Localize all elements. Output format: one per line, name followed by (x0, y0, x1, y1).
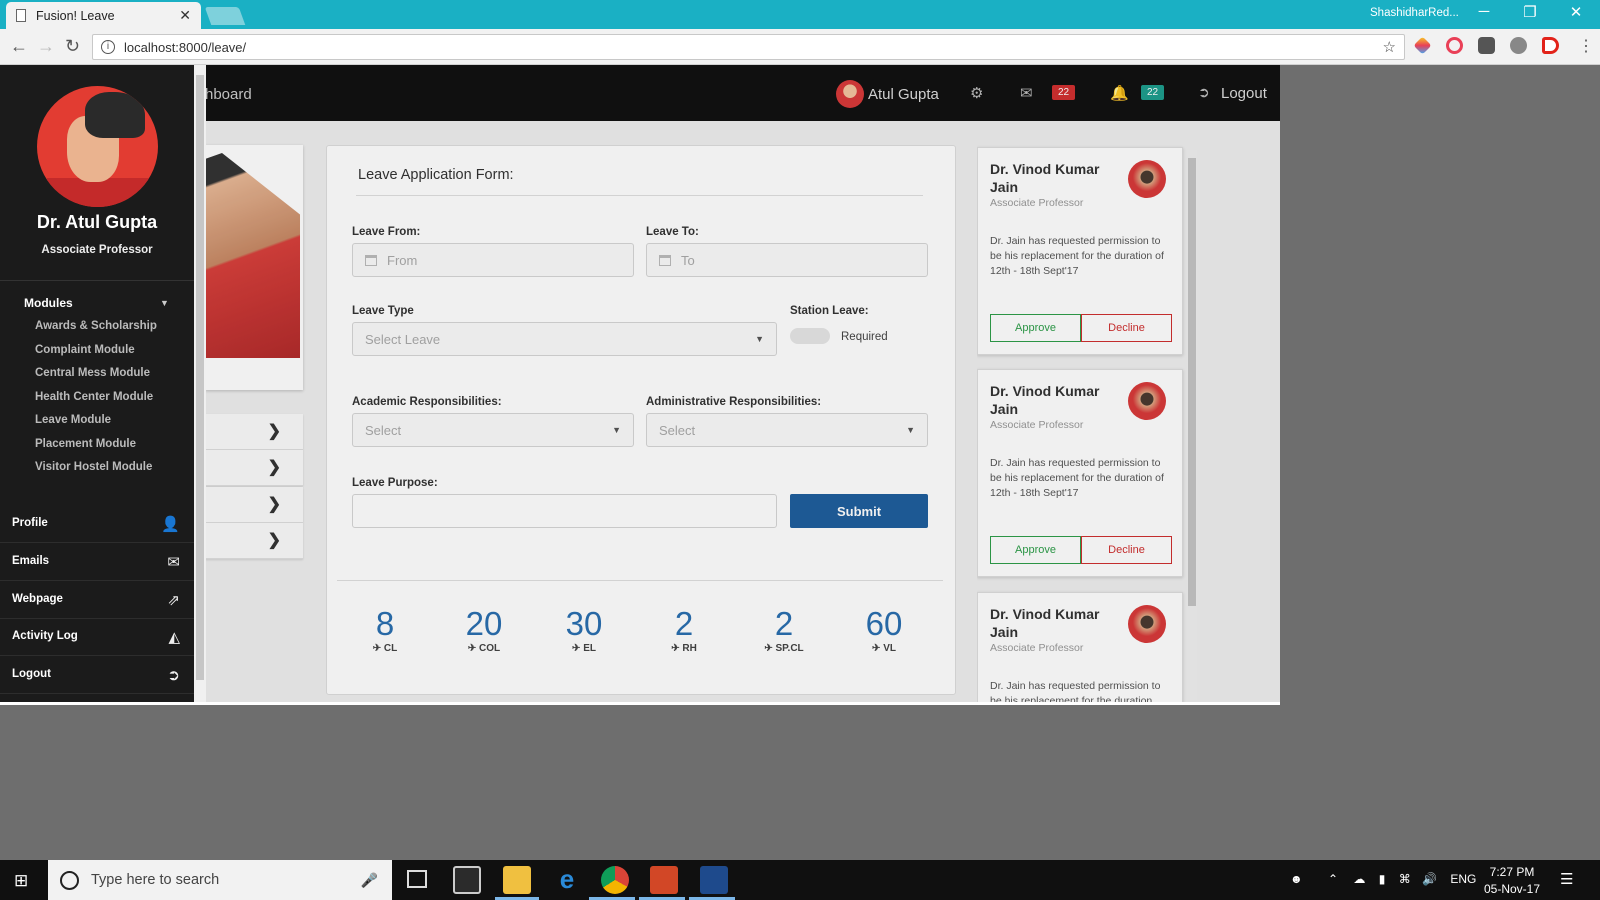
modules-heading[interactable]: Modules (24, 296, 73, 310)
clock-date: 05-Nov-17 (1484, 882, 1541, 896)
sidebar-module-link[interactable]: Awards & Scholarship (35, 320, 157, 332)
extension-d-icon[interactable] (1542, 37, 1559, 54)
reload-icon[interactable]: ↻ (65, 36, 80, 57)
divider (0, 280, 194, 281)
sidebar-link-webpage[interactable]: Webpage ⇗ (0, 582, 194, 619)
sidebar-module-link[interactable]: Visitor Hostel Module (35, 461, 152, 473)
url-text: localhost:8000/leave/ (124, 39, 247, 55)
task-view-icon[interactable] (407, 870, 427, 888)
action-center-icon[interactable]: ☰ (1560, 870, 1573, 888)
sidebar-module-link[interactable]: Complaint Module (35, 344, 135, 356)
system-tray[interactable]: ☻ ⌃ ☁ ▮ ⌘ 🔊 ENG (1290, 872, 1476, 886)
store-icon[interactable] (453, 866, 481, 894)
cortana-icon (60, 870, 79, 890)
sidebar-link-logout[interactable]: Logout ➲ (0, 657, 194, 695)
sidebar-module-link[interactable]: Health Center Module (35, 391, 153, 403)
taskbar-clock[interactable]: 7:27 PM 05-Nov-17 (1484, 864, 1540, 898)
microphone-icon[interactable]: 🎤 (361, 872, 378, 889)
sidebar-module-link[interactable]: Central Mess Module (35, 367, 150, 379)
sidebar-link-label: Logout (12, 668, 51, 681)
chrome-icon[interactable] (601, 866, 629, 894)
taskbar-search[interactable]: Type here to search 🎤 (48, 860, 392, 900)
file-explorer-icon[interactable] (503, 866, 531, 894)
minimize-button[interactable]: ─ (1464, 3, 1504, 20)
tab-close-icon[interactable]: ✕ (179, 7, 191, 24)
sidebar-link-label: Webpage (12, 592, 63, 605)
browser-profile-name[interactable]: ShashidharRed... (1370, 7, 1459, 19)
onedrive-icon[interactable]: ☁ (1353, 872, 1365, 886)
chevron-up-icon[interactable]: ⌃ (1328, 872, 1338, 886)
restore-button[interactable]: ❐ (1510, 3, 1550, 21)
powerpoint-icon[interactable] (650, 866, 678, 894)
browser-tab[interactable]: Fusion! Leave ✕ (6, 2, 201, 29)
clock-time: 7:27 PM (1489, 865, 1535, 879)
extension-circle-icon[interactable] (1446, 37, 1463, 54)
caret-down-icon[interactable]: ▼ (160, 298, 169, 308)
edge-icon[interactable]: e (553, 866, 581, 894)
page-bottom-edge (0, 702, 1280, 705)
sidebar-link-profile[interactable]: Profile 👤 (0, 506, 194, 543)
windows-start-icon[interactable]: ⊞ (14, 871, 28, 891)
sidebar-avatar (37, 86, 158, 207)
tab-title: Fusion! Leave (36, 8, 115, 23)
sidebar-user-role: Associate Professor (41, 244, 153, 256)
sidebar-scrollbar-thumb[interactable] (196, 75, 204, 680)
new-tab-button[interactable] (204, 7, 246, 25)
sidebar-module-link[interactable]: Placement Module (35, 438, 136, 450)
sidebar-link-activity-log[interactable]: Activity Log ◭ (0, 619, 194, 657)
page-icon (16, 9, 26, 22)
battery-icon[interactable]: ▮ (1379, 872, 1386, 886)
user-icon: 👤 (161, 516, 180, 533)
envelope-icon: ✉ (167, 553, 180, 571)
address-bar[interactable]: i localhost:8000/leave/ ☆ (92, 34, 1405, 60)
powershell-icon[interactable] (700, 866, 728, 894)
volume-icon[interactable]: 🔊 (1422, 872, 1437, 886)
people-icon[interactable]: ☻ (1290, 872, 1303, 886)
sidebar-module-link[interactable]: Leave Module (35, 414, 111, 426)
forward-arrow-icon[interactable]: → (37, 36, 55, 57)
browser-menu-icon[interactable]: ⋮ (1578, 36, 1594, 56)
extension-lock-icon[interactable] (1478, 37, 1495, 54)
extension-cloud-icon[interactable] (1510, 37, 1527, 54)
info-icon[interactable]: i (101, 40, 115, 54)
sidebar-link-emails[interactable]: Emails ✉ (0, 544, 194, 581)
sidebar-link-label: Emails (12, 554, 50, 567)
sidebar-link-label: Profile (12, 517, 48, 529)
language-indicator[interactable]: ENG (1450, 872, 1476, 886)
sign-out-icon: ➲ (167, 667, 180, 685)
sidebar-user-name: Dr. Atul Gupta (36, 212, 158, 232)
taskbar-search-placeholder: Type here to search (91, 872, 220, 888)
external-link-icon: ⇗ (167, 591, 180, 609)
area-chart-icon: ◭ (168, 629, 180, 647)
close-window-button[interactable]: ✕ (1556, 3, 1596, 21)
sidebar-link-label: Activity Log (12, 630, 78, 643)
bookmark-star-icon[interactable]: ☆ (1383, 38, 1396, 56)
sidebar-overlay[interactable] (190, 65, 1280, 705)
back-arrow-icon[interactable]: ← (10, 36, 28, 57)
wifi-icon[interactable]: ⌘ (1399, 872, 1411, 886)
